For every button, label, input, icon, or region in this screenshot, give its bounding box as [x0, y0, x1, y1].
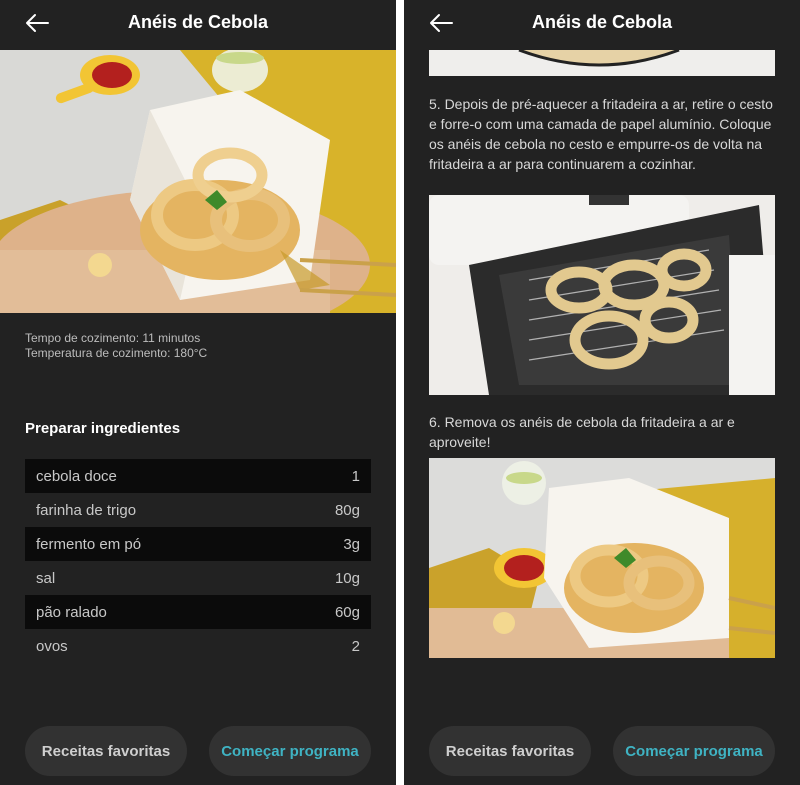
page-title: Anéis de Cebola [127, 12, 269, 32]
ingredient-quantity: 60g [334, 603, 360, 621]
ingredient-quantity: 1 [351, 467, 360, 485]
ingredient-quantity: 2 [351, 637, 360, 655]
bottom-action-bar: Receitas favoritas Começar programa [0, 700, 396, 785]
onion-rings-photo [0, 50, 396, 313]
recipe-overview-screen: Anéis de Cebola Tempo de cozimento: 11 m… [0, 0, 396, 785]
step-5-text: 5. Depois de pré-aquecer a fritadeira a … [429, 96, 773, 172]
previous-step-photo [429, 50, 775, 76]
bottom-action-bar: Receitas favoritas Começar programa [404, 700, 800, 785]
air-fryer-basket-photo [429, 195, 775, 395]
ingredient-quantity: 80g [334, 501, 360, 519]
header: Anéis de Cebola [404, 0, 800, 46]
ingredients-heading: Preparar ingredientes [25, 420, 181, 437]
favorite-recipes-button[interactable]: Receitas favoritas [25, 726, 187, 776]
ingredient-name: farinha de trigo [36, 501, 137, 519]
ingredient-name: cebola doce [36, 467, 117, 485]
ingredient-row: sal 10g [25, 561, 371, 595]
page-title: Anéis de Cebola [531, 12, 673, 32]
ingredient-row: cebola doce 1 [25, 459, 371, 493]
ingredient-row: ovos 2 [25, 629, 371, 663]
ingredients-list: cebola doce 1 farinha de trigo 80g ferme… [25, 459, 371, 663]
ingredient-name: sal [36, 569, 56, 587]
header: Anéis de Cebola [0, 0, 396, 46]
ingredient-name: pão ralado [36, 603, 107, 621]
favorite-recipes-button[interactable]: Receitas favoritas [429, 726, 591, 776]
ingredient-row: pão ralado 60g [25, 595, 371, 629]
ingredient-quantity: 3g [343, 535, 360, 553]
start-program-button[interactable]: Começar programa [613, 726, 775, 776]
recipe-steps-screen: Anéis de Cebola 5. Depois de pré-aquecer… [404, 0, 800, 785]
ingredient-name: ovos [36, 637, 68, 655]
ingredient-row: fermento em pó 3g [25, 527, 371, 561]
ingredient-name: fermento em pó [36, 535, 142, 553]
ingredient-row: farinha de trigo 80g [25, 493, 371, 527]
cook-temperature-text: Temperatura de cozimento: 180°C [25, 346, 208, 360]
served-onion-rings-photo [429, 458, 775, 658]
cook-time-text: Tempo de cozimento: 11 minutos [25, 331, 201, 345]
start-program-button[interactable]: Começar programa [209, 726, 371, 776]
step-6-text: 6. Remova os anéis de cebola da fritadei… [429, 414, 735, 450]
ingredient-quantity: 10g [334, 569, 360, 587]
